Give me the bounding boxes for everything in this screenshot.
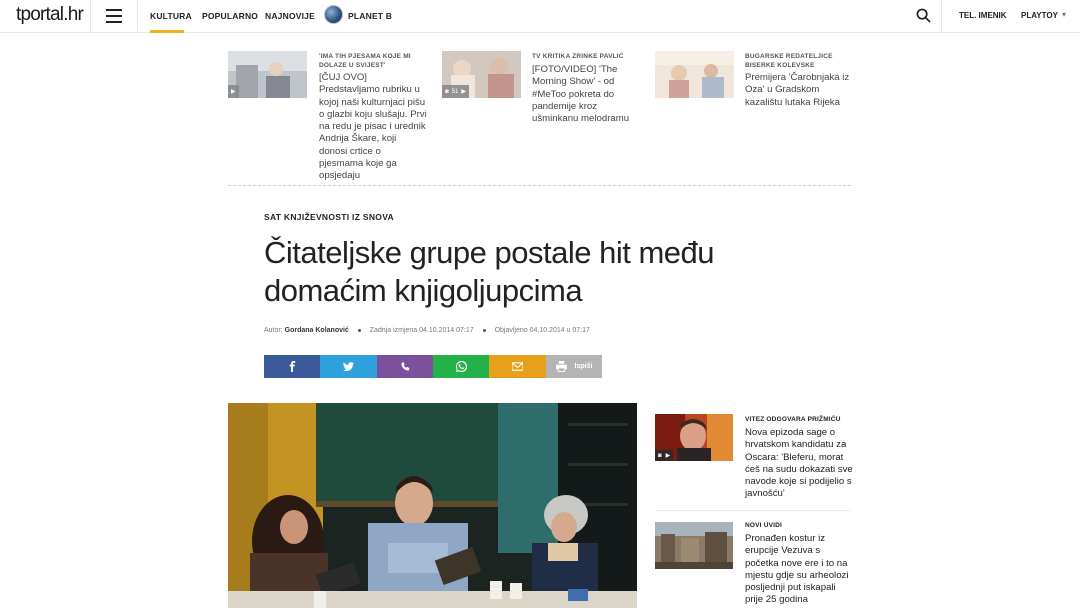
related-title[interactable]: Premijera 'Čarobnjaka iz Oza' u Gradskom… — [745, 72, 853, 109]
meta-dot — [357, 328, 361, 332]
article-headline: Čitateljske grupe postale hit među domać… — [264, 235, 714, 308]
site-logo[interactable]: tportal.hr — [16, 4, 84, 26]
meta-dot — [482, 328, 486, 332]
share-facebook-button[interactable] — [264, 355, 320, 378]
header-divider — [941, 0, 942, 33]
header-divider — [90, 0, 91, 33]
tel-imenik-link[interactable]: TEL. IMENIK — [959, 11, 1007, 20]
sidebar-divider — [655, 510, 851, 511]
related-thumbnail[interactable]: ▶ — [228, 51, 307, 98]
chevron-down-icon[interactable]: ▾ — [1062, 10, 1066, 19]
related-image — [228, 51, 307, 98]
camera-icon: ◙ — [658, 452, 662, 459]
published-date: Objavljeno 04.10.2014 u 07:17 — [494, 327, 590, 334]
related-thumbnail[interactable]: ◙ 51 ▶ — [442, 51, 521, 98]
photo-count: 51 — [451, 88, 459, 95]
related-thumbnail[interactable] — [655, 51, 734, 98]
updated-date: Zadnja izmjena 04.10.2014 07:17 — [369, 327, 474, 334]
nav-item-najnovije[interactable]: NAJNOVIJE — [265, 11, 315, 21]
sidebar-thumbnail[interactable] — [655, 522, 733, 569]
article-kicker: SAT KNJIŽEVNOSTI IZ SNOVA — [264, 212, 394, 222]
email-icon — [512, 362, 523, 371]
facebook-icon — [289, 361, 295, 372]
gallery-badge: ◙ 51 ▶ — [442, 85, 469, 98]
related-kicker: BUGARSKE REDATELJICE BISERKE KOLEVSKE — [745, 53, 833, 69]
search-icon[interactable] — [916, 8, 931, 23]
sidebar-title[interactable]: Pronađen kostur iz erupcije Vezuva s poč… — [745, 533, 853, 607]
logo-suffix-text: .hr — [63, 4, 84, 25]
sidebar-thumbnail[interactable]: ◙ ▶ — [655, 414, 733, 461]
section-divider — [228, 185, 851, 186]
share-viber-button[interactable] — [377, 355, 433, 378]
nav-item-popularno[interactable]: POPULARNO — [202, 11, 258, 21]
share-whatsapp-button[interactable] — [433, 355, 489, 378]
nav-item-planet-b[interactable]: PLANET B — [348, 11, 392, 21]
related-title[interactable]: [FOTO/VIDEO] 'The Morning Show' - od #Me… — [532, 64, 638, 125]
planet-b-icon[interactable] — [324, 5, 343, 24]
sidebar-title[interactable]: Nova epizoda sage o hrvatskom kandidatu … — [745, 427, 853, 501]
author-label: Autor: — [264, 327, 283, 334]
sidebar-image — [655, 522, 733, 569]
viber-icon — [400, 361, 409, 371]
article-main-image — [228, 403, 637, 608]
related-title[interactable]: [ČUJ OVO] Predstavljamo rubriku u kojoj … — [319, 72, 427, 183]
camera-icon: ◙ — [445, 88, 449, 95]
author-name[interactable]: Gordana Kolanović — [285, 327, 349, 334]
related-kicker: 'IMA TIH PJESAMA KOJE MI DOLAZE U SVIJES… — [319, 53, 411, 69]
play-icon: ▶ — [665, 453, 671, 459]
related-kicker: TV KRITIKA ZRINKE PAVLIĆ — [532, 53, 624, 60]
video-badge: ▶ — [228, 85, 239, 98]
print-icon — [555, 361, 567, 372]
top-navigation-bar: tportal.hr KULTURA POPULARNO NAJNOVIJE P… — [0, 0, 1080, 33]
reading-group-photo — [228, 403, 637, 608]
share-twitter-button[interactable] — [320, 355, 377, 378]
playtoy-link[interactable]: PLAYTOY — [1021, 11, 1058, 20]
twitter-icon — [343, 362, 354, 372]
article-meta: Autor: Gordana Kolanović Zadnja izmjena … — [264, 327, 590, 334]
nav-item-kultura[interactable]: KULTURA — [150, 11, 192, 21]
menu-icon[interactable] — [106, 9, 122, 23]
whatsapp-icon — [455, 361, 467, 372]
print-button[interactable]: Ispiši — [546, 355, 602, 378]
sidebar-kicker: NOVI UVIDI — [745, 522, 783, 529]
nav-active-indicator — [150, 30, 184, 33]
sidebar-kicker: VITEZ ODGOVARA PRIŽMIĆU — [745, 416, 841, 423]
play-icon: ▶ — [461, 89, 466, 95]
related-image — [655, 51, 734, 98]
share-email-button[interactable] — [489, 355, 546, 378]
media-badge: ◙ ▶ — [655, 450, 674, 461]
logo-main-text: tportal — [16, 4, 64, 25]
play-icon: ▶ — [231, 89, 236, 95]
header-divider — [137, 0, 138, 33]
print-label: Ispiši — [574, 363, 593, 370]
